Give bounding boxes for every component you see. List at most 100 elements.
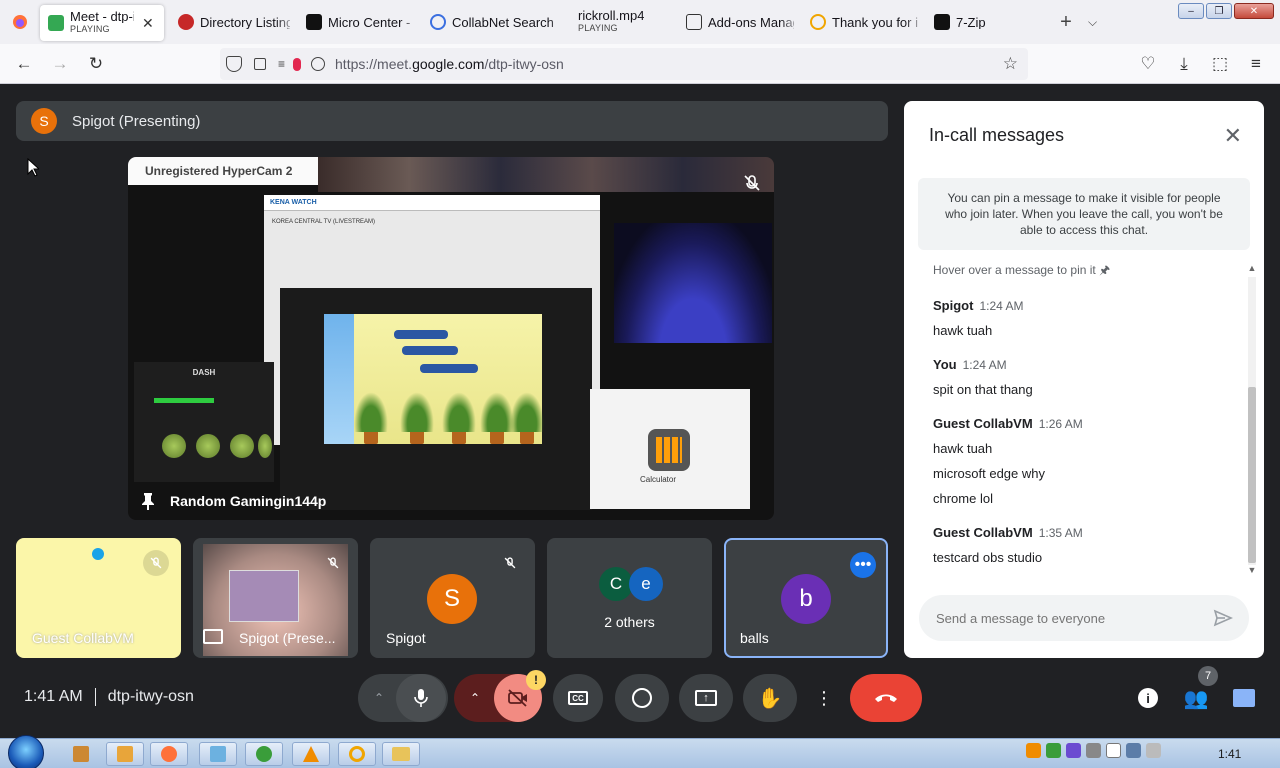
people-icon[interactable]: 👥 [1182, 684, 1210, 712]
taskbar-explorer-icon[interactable] [382, 742, 420, 766]
message-group[interactable]: Guest CollabVM 1:26 AM hawk tuah microsof… [933, 415, 1233, 506]
scroll-up-icon[interactable]: ▲ [1246, 263, 1258, 275]
message-text[interactable]: microsoft edge why [933, 466, 1233, 481]
close-chat-icon[interactable]: ✕ [1224, 123, 1242, 149]
lock-icon[interactable] [254, 58, 266, 70]
tab-micro-center[interactable]: Micro Center - I [298, 4, 422, 40]
microphone-icon[interactable] [396, 674, 446, 722]
tray-volume-icon[interactable] [1146, 743, 1161, 758]
tray-flag-icon[interactable] [1106, 743, 1121, 758]
tile-spigot[interactable]: S Spigot [370, 538, 535, 658]
close-window-icon[interactable]: ✕ [1234, 3, 1274, 19]
more-options-icon[interactable]: ••• [850, 552, 876, 578]
message-list[interactable]: Spigot 1:24 AM hawk tuah You 1:24 AM spit … [933, 297, 1233, 583]
message-group[interactable]: Guest CollabVM 1:35 AM testcard obs studi… [933, 524, 1233, 565]
presenting-bar: S Spigot (Presenting) [16, 101, 888, 141]
tab-collabnet-search[interactable]: CollabNet Search [422, 4, 570, 40]
participant-avatar-c: C [599, 567, 633, 601]
tab-addons-manager[interactable]: Add-ons Manager [678, 4, 802, 40]
restore-icon[interactable]: ❐ [1206, 3, 1232, 19]
scroll-down-icon[interactable]: ▼ [1246, 565, 1258, 577]
bookmark-star-icon[interactable]: ☆ [1003, 54, 1018, 74]
firefox-menu-icon[interactable] [0, 0, 40, 44]
taskbar-firefox-icon[interactable] [150, 742, 188, 766]
message-group[interactable]: You 1:24 AM spit on that thang [933, 356, 1233, 397]
tile-others[interactable]: C e 2 others [547, 538, 712, 658]
message-text[interactable]: spit on that thang [933, 382, 1233, 397]
participant-avatar: S [427, 574, 477, 624]
chat-input[interactable] [936, 610, 1196, 626]
scroll-thumb[interactable] [1248, 387, 1256, 563]
start-button[interactable] [8, 735, 44, 768]
send-icon[interactable] [1213, 608, 1233, 628]
microphone-active-icon[interactable] [293, 57, 302, 71]
permissions-icon[interactable]: ≡ [278, 57, 285, 71]
taskbar-vlc-icon[interactable] [292, 742, 330, 766]
back-arrow-icon[interactable]: ← [10, 50, 38, 78]
captions-button[interactable]: CC [553, 674, 603, 722]
pocket-icon[interactable]: ♡ [1134, 50, 1162, 78]
tray-vlc-icon[interactable] [1026, 743, 1041, 758]
message-sender: Guest CollabVM [933, 525, 1033, 540]
leave-call-button[interactable] [850, 674, 922, 722]
message-text[interactable]: testcard obs studio [933, 550, 1233, 565]
chevron-up-icon[interactable]: ⌃ [374, 691, 384, 705]
tv-scene [324, 314, 544, 444]
hamburger-menu-icon[interactable]: ≡ [1242, 50, 1270, 78]
shared-screen[interactable]: Unregistered HyperCam 2 KENA WATCH KOREA… [128, 157, 774, 520]
tray-microphone-icon[interactable] [1066, 743, 1081, 758]
downloads-icon[interactable]: ⤓ [1170, 50, 1198, 78]
present-screen-button[interactable]: ↑ [679, 674, 733, 722]
meeting-time: 1:41 AM [24, 688, 83, 705]
taskbar-app-icon[interactable] [338, 742, 376, 766]
taskbar-app-icon[interactable] [245, 742, 283, 766]
tab-rickroll[interactable]: rickroll.mp4 PLAYING [570, 4, 678, 40]
url-text[interactable]: https://meet.google.com/dtp-itwy-osn [335, 56, 564, 72]
reactions-button[interactable] [615, 674, 669, 722]
message-text[interactable]: hawk tuah [933, 441, 1233, 456]
tab-meet[interactable]: Meet - dtp-itwy-osnPLAYING ✕ [40, 5, 164, 41]
message-group[interactable]: Spigot 1:24 AM hawk tuah [933, 297, 1233, 338]
raise-hand-button[interactable]: ✋ [743, 674, 797, 722]
tab-thank-you[interactable]: Thank you for i [802, 4, 926, 40]
audio-settings-button[interactable]: ⌃ [358, 674, 448, 722]
message-text[interactable]: hawk tuah [933, 323, 1233, 338]
shield-icon[interactable] [226, 56, 242, 72]
chevron-up-icon[interactable]: ⌃ [470, 691, 480, 705]
chat-input-box[interactable] [919, 595, 1249, 641]
new-tab-plus-icon[interactable]: + [1052, 11, 1080, 34]
taskbar-app-icon[interactable] [62, 742, 100, 766]
meeting-details-icon[interactable]: i [1134, 684, 1162, 712]
tile-spigot-presenting[interactable]: Spigot (Prese... [193, 538, 358, 658]
reload-icon[interactable]: ↻ [82, 50, 110, 78]
extensions-icon[interactable]: ⬚ [1206, 50, 1234, 78]
window-controls: – ❐ ✕ [1178, 3, 1274, 19]
pin-icon[interactable] [141, 492, 155, 510]
more-options-button[interactable]: ⋮ [809, 674, 839, 722]
screen-top-strip [318, 157, 774, 192]
tile-guest-collabvm[interactable]: Guest CollabVM [16, 538, 181, 658]
url-bar[interactable]: ≡ https://meet.google.com/dtp-itwy-osn ☆ [220, 48, 1028, 80]
tab-list-chevron-down-icon[interactable]: ⌵ [1088, 15, 1097, 30]
tile-balls[interactable]: ••• b balls [724, 538, 888, 658]
tab-title: CollabNet Search [452, 15, 554, 29]
tray-app-icon[interactable] [1086, 743, 1101, 758]
forward-arrow-icon[interactable]: → [46, 50, 74, 78]
hover-note: Hover over a message to pin it 🖈 [933, 263, 1111, 277]
tab-7zip[interactable]: 7-Zip [926, 4, 1046, 40]
tab-directory-listing[interactable]: Directory Listing [170, 4, 298, 40]
minimize-icon[interactable]: – [1178, 3, 1204, 19]
taskbar-clock[interactable]: 1:41 [1218, 747, 1241, 761]
participant-count-badge: 7 [1198, 666, 1218, 686]
chat-scrollbar[interactable]: ▲ ▼ [1246, 263, 1258, 579]
chat-icon[interactable] [1230, 684, 1258, 712]
tab-playing-label: PLAYING [578, 23, 618, 33]
hang-up-icon [875, 694, 897, 702]
taskbar-app-icon[interactable] [199, 742, 237, 766]
tab-close-icon[interactable]: ✕ [142, 15, 154, 32]
camera-blocked-icon[interactable] [311, 57, 326, 71]
tray-app-icon[interactable] [1046, 743, 1061, 758]
message-text[interactable]: chrome lol [933, 491, 1233, 506]
tray-network-icon[interactable] [1126, 743, 1141, 758]
taskbar-app-icon[interactable] [106, 742, 144, 766]
